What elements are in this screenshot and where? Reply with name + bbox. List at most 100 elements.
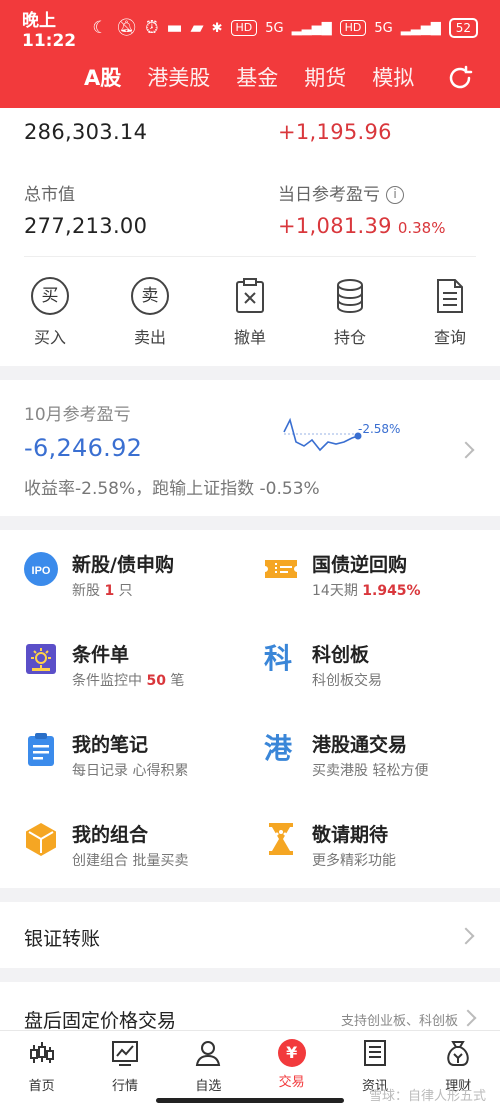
positions-icon bbox=[330, 276, 370, 316]
signal-icon-1: ▂▃▅▇ bbox=[291, 20, 332, 36]
moon-icon: ☾ bbox=[92, 18, 108, 38]
query-button[interactable]: 查询 bbox=[400, 276, 500, 348]
feature-conditional-order[interactable]: 条件单 条件监控中 50 笔 bbox=[24, 640, 244, 700]
hk-connect-icon: 港 bbox=[264, 732, 293, 765]
tab-a-shares[interactable]: A股 bbox=[84, 62, 121, 92]
sparkline-label: -2.58% bbox=[358, 422, 401, 436]
buy-glyph: 买 bbox=[31, 277, 69, 315]
market-tabs: A股 港美股 基金 期货 模拟 bbox=[84, 62, 414, 92]
tab-funds[interactable]: 基金 bbox=[236, 62, 278, 92]
sell-label: 卖出 bbox=[133, 328, 166, 347]
buy-icon: 买 bbox=[30, 276, 70, 316]
tab-futures[interactable]: 期货 bbox=[304, 62, 346, 92]
positions-button[interactable]: 持仓 bbox=[300, 276, 400, 348]
sell-icon: 卖 bbox=[130, 276, 170, 316]
svg-text:IPO: IPO bbox=[32, 565, 51, 577]
chevron-right-icon bbox=[457, 441, 475, 459]
chevron-right-icon bbox=[457, 927, 475, 945]
home-indicator[interactable] bbox=[156, 1098, 344, 1103]
chart-icon bbox=[111, 1041, 138, 1066]
document-icon bbox=[363, 1040, 386, 1066]
portfolio-cube-icon bbox=[26, 823, 56, 856]
refresh-icon[interactable] bbox=[446, 64, 474, 92]
alarm-icon: ⏰︎ bbox=[145, 18, 159, 38]
feature-title: 国债逆回购 bbox=[312, 554, 408, 576]
candlestick-icon bbox=[29, 1042, 54, 1063]
network-label-1: 5G bbox=[265, 20, 284, 36]
quick-actions: 买 买入 卖 卖出 撤单 持仓 查询 bbox=[0, 276, 500, 348]
market-value-label: 总市值 bbox=[24, 185, 75, 205]
feature-title: 港股通交易 bbox=[312, 734, 408, 756]
bank-transfer-row[interactable]: 银证转账 bbox=[0, 902, 500, 968]
monthly-pl-summary: 收益率-2.58%，跑输上证指数 -0.53% bbox=[24, 479, 320, 499]
feature-title: 新股/债申购 bbox=[72, 554, 174, 576]
cancel-order-button[interactable]: 撤单 bbox=[200, 276, 300, 348]
feature-subtitle: 14天期 1.945% bbox=[312, 583, 421, 599]
nav-market[interactable]: 行情 bbox=[83, 1031, 166, 1111]
feature-subtitle: 买卖港股 轻松方便 bbox=[312, 763, 429, 779]
hd-badge-2: HD bbox=[339, 20, 367, 36]
feature-title: 条件单 bbox=[72, 644, 130, 666]
today-pl-percent: 0.38% bbox=[397, 219, 446, 237]
nav-label: 自选 bbox=[195, 1079, 222, 1094]
today-pl-row: +1,081.39 0.38% bbox=[278, 214, 445, 238]
status-bar: 晚上11:22 ☾ 🔕︎ ⏰︎ ▬ ▰ ✱ HD 5G ▂▃▅▇ HD 5G ▂… bbox=[22, 11, 478, 51]
sell-button[interactable]: 卖 卖出 bbox=[100, 276, 200, 348]
feature-title: 我的组合 bbox=[72, 824, 149, 846]
ipo-icon: IPO bbox=[24, 552, 58, 586]
hourglass-icon bbox=[269, 823, 293, 855]
nav-home[interactable]: 首页 bbox=[0, 1031, 83, 1111]
mute-bell-icon: 🔕︎ bbox=[115, 18, 138, 38]
market-value: 277,213.00 bbox=[24, 214, 148, 238]
feature-subtitle: 条件监控中 50 笔 bbox=[72, 673, 185, 689]
hd-badge-1: HD bbox=[230, 20, 258, 36]
feature-title: 敬请期待 bbox=[312, 824, 389, 846]
yuan-icon: ¥ bbox=[277, 1039, 306, 1067]
nav-label: 首页 bbox=[28, 1079, 55, 1094]
notes-icon bbox=[28, 733, 54, 766]
tab-hk-us[interactable]: 港美股 bbox=[147, 62, 210, 92]
monthly-pl-title: 10月参考盈亏 bbox=[24, 405, 131, 425]
feature-star-market[interactable]: 科 科创板 科创板交易 bbox=[264, 640, 484, 700]
feature-title: 我的笔记 bbox=[72, 734, 149, 756]
today-pl-value: +1,081.39 bbox=[278, 214, 392, 238]
battery-indicator: 52 bbox=[448, 18, 478, 38]
feature-subtitle: 创建组合 批量买卖 bbox=[72, 853, 189, 869]
conditional-order-icon bbox=[26, 644, 56, 674]
chevron-right-icon bbox=[459, 1009, 477, 1027]
feature-reverse-repo[interactable]: 国债逆回购 14天期 1.945% bbox=[264, 550, 484, 610]
feature-ipo[interactable]: IPO 新股/债申购 新股 1 只 bbox=[24, 550, 244, 610]
buy-button[interactable]: 买 买入 bbox=[0, 276, 100, 348]
cancel-order-icon bbox=[230, 276, 270, 316]
nav-label: 行情 bbox=[111, 1079, 138, 1094]
fixed-price-label: 盘后固定价格交易 bbox=[24, 1010, 177, 1032]
cancel-order-label: 撤单 bbox=[233, 328, 266, 347]
feature-notes[interactable]: 我的笔记 每日记录 心得积累 bbox=[24, 730, 244, 790]
monthly-pl-value: -6,246.92 bbox=[24, 434, 143, 462]
buy-label: 买入 bbox=[33, 328, 66, 347]
fixed-price-trading-row[interactable]: 盘后固定价格交易 支持创业板、科创板 bbox=[0, 982, 500, 1032]
total-assets-value: 286,303.14 bbox=[24, 120, 148, 144]
feature-subtitle: 更多精彩功能 bbox=[312, 853, 396, 869]
ticket-icon bbox=[265, 560, 297, 578]
star-market-icon: 科 bbox=[264, 642, 293, 675]
feature-title: 科创板 bbox=[312, 644, 370, 666]
query-icon bbox=[430, 276, 470, 316]
feature-portfolio[interactable]: 我的组合 创建组合 批量买卖 bbox=[24, 820, 244, 880]
fixed-price-hint: 支持创业板、科创板 bbox=[340, 1014, 458, 1029]
divider bbox=[24, 256, 476, 257]
asset-summary-card: 286,303.14 +1,195.96 总市值 当日参考盈亏 i 277,213… bbox=[0, 108, 500, 366]
monthly-pl-card[interactable]: 10月参考盈亏 -6,246.92 收益率-2.58%，跑输上证指数 -0.53… bbox=[0, 380, 500, 516]
network-label-2: 5G bbox=[374, 20, 393, 36]
feature-hk-connect[interactable]: 港 港股通交易 买卖港股 轻松方便 bbox=[264, 730, 484, 790]
app-notification-icon: ▬ bbox=[166, 18, 183, 38]
info-icon[interactable]: i bbox=[386, 186, 404, 204]
bank-transfer-label: 银证转账 bbox=[24, 928, 101, 950]
tab-simulated[interactable]: 模拟 bbox=[372, 62, 414, 92]
message-icon: ▰ bbox=[190, 18, 204, 38]
signal-icon-2: ▂▃▅▇ bbox=[400, 20, 441, 36]
positions-label: 持仓 bbox=[333, 328, 366, 347]
feature-coming-soon[interactable]: 敬请期待 更多精彩功能 bbox=[264, 820, 484, 880]
floating-pl-value: +1,195.96 bbox=[278, 120, 392, 144]
app-header: 晚上11:22 ☾ 🔕︎ ⏰︎ ▬ ▰ ✱ HD 5G ▂▃▅▇ HD 5G ▂… bbox=[0, 0, 500, 108]
